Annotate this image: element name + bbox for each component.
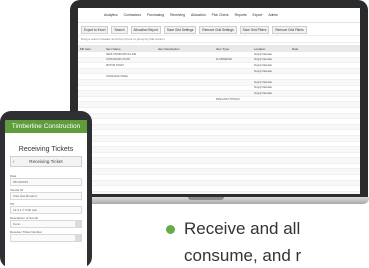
date-value: 05/15/2019 [13, 180, 29, 184]
description-value: Conc. [13, 222, 21, 226]
col-item-name[interactable]: Item Name [104, 47, 156, 51]
nav-allocation[interactable]: Allocation [191, 13, 206, 17]
vendor-field[interactable]: USA Gas Bonded [10, 192, 82, 200]
table-row[interactable] [78, 191, 360, 194]
mobile-screen: Timberline Construction Receiving Ticket… [5, 120, 87, 268]
po-value: 14.4.1-7 THD Lab [13, 208, 37, 212]
remove-grid-settings-button[interactable]: Remove Grid Settings [199, 26, 237, 34]
desktop-navbar: Analytics Contractors Purchasing Receivi… [78, 8, 360, 23]
grid-header: Mfr Item Item Name Item Description Item… [78, 45, 360, 52]
laptop-notch [188, 197, 224, 200]
remove-grid-filters-button[interactable]: Remove Grid Filters [272, 26, 307, 34]
grid-toolbar: Export to Excel Search Allocation Report… [78, 25, 360, 35]
save-grid-settings-button[interactable]: Save Grid Settings [163, 26, 197, 34]
page-title: Receiving Tickets [18, 146, 74, 153]
save-grid-filters-button[interactable]: Save Grid Filters [239, 26, 270, 34]
stepper-icon[interactable] [75, 235, 81, 241]
phone-device: Timberline Construction Receiving Ticket… [0, 111, 92, 268]
ticket-form: Date 05/15/2019 Vendor ID USA Gas Bonded… [5, 174, 87, 242]
table-cell: Supply Mandate [254, 52, 273, 56]
table-cell: Supply Mandate [254, 80, 273, 84]
laptop-device: Analytics Contractors Purchasing Receivi… [70, 0, 368, 198]
nav-contractors[interactable]: Contractors [124, 13, 142, 17]
nav-reports[interactable]: Reports [235, 13, 247, 17]
nav-analytics[interactable]: Analytics [104, 13, 118, 17]
grid-body: SEMI-STANDARD IN-LINE Supply Mandate ULTRA… [78, 52, 360, 194]
receiving-ticket-label: Receiving Ticket [29, 159, 63, 164]
nav-purchasing[interactable]: Purchasing [147, 13, 164, 17]
allocation-report-button[interactable]: Allocation Report [130, 26, 161, 34]
description-field[interactable]: Conc. [10, 220, 82, 228]
table-cell: SEMI-STANDARD IN-LINE [106, 52, 137, 56]
date-field[interactable]: 05/15/2019 [10, 178, 82, 186]
col-item-description[interactable]: Item Description [156, 47, 214, 51]
table-cell: FLOWMETER [216, 58, 232, 62]
table-cell: Supply Mandate [254, 58, 273, 62]
table-cell: PIPE AND FITTINGS [216, 97, 240, 101]
receiving-ticket-bar[interactable]: ‹ Receiving Ticket [10, 156, 82, 167]
table-cell: ULTRASONIC FLOW [106, 58, 130, 62]
col-mfr-item[interactable]: Mfr Item [78, 47, 104, 51]
table-cell: Supply Mandate [254, 91, 273, 95]
bullet-dot-icon [166, 225, 175, 234]
group-by-hint[interactable]: Drag a column header and drop it here to… [78, 35, 360, 43]
table-cell: Supply Mandate [254, 63, 273, 67]
nav-pick-check[interactable]: Pick Check [212, 13, 229, 17]
export-excel-button[interactable]: Export to Excel [81, 26, 109, 34]
search-button[interactable]: Search [111, 26, 128, 34]
table-cell: Supply Mandate [254, 86, 273, 90]
app-header: Timberline Construction [5, 120, 87, 133]
po-field[interactable]: 14.4.1-7 THD Lab [10, 206, 82, 214]
dropdown-icon[interactable] [75, 221, 81, 227]
ticket-number-field[interactable] [10, 234, 82, 242]
col-date[interactable]: Date [290, 47, 332, 51]
nav-receiving[interactable]: Receiving [170, 13, 185, 17]
table-cell: MOTOR START [106, 63, 124, 67]
table-cell: Supply Mandate [254, 69, 273, 73]
col-item-type[interactable]: Item Type [214, 47, 252, 51]
vendor-value: USA Gas Bonded [13, 194, 37, 198]
back-arrow-icon[interactable]: ‹ [13, 159, 15, 164]
bullet-text-line-1: Receive and all [184, 219, 301, 238]
bullet-text-line-2: consume, and r [184, 246, 302, 265]
col-location[interactable]: Location [252, 47, 290, 51]
nav-export[interactable]: Export [253, 13, 263, 17]
nav-admin[interactable]: Admin [268, 13, 278, 17]
desktop-screen: Analytics Contractors Purchasing Receivi… [78, 8, 360, 194]
table-cell: STAINLESS STEEL [106, 75, 129, 79]
